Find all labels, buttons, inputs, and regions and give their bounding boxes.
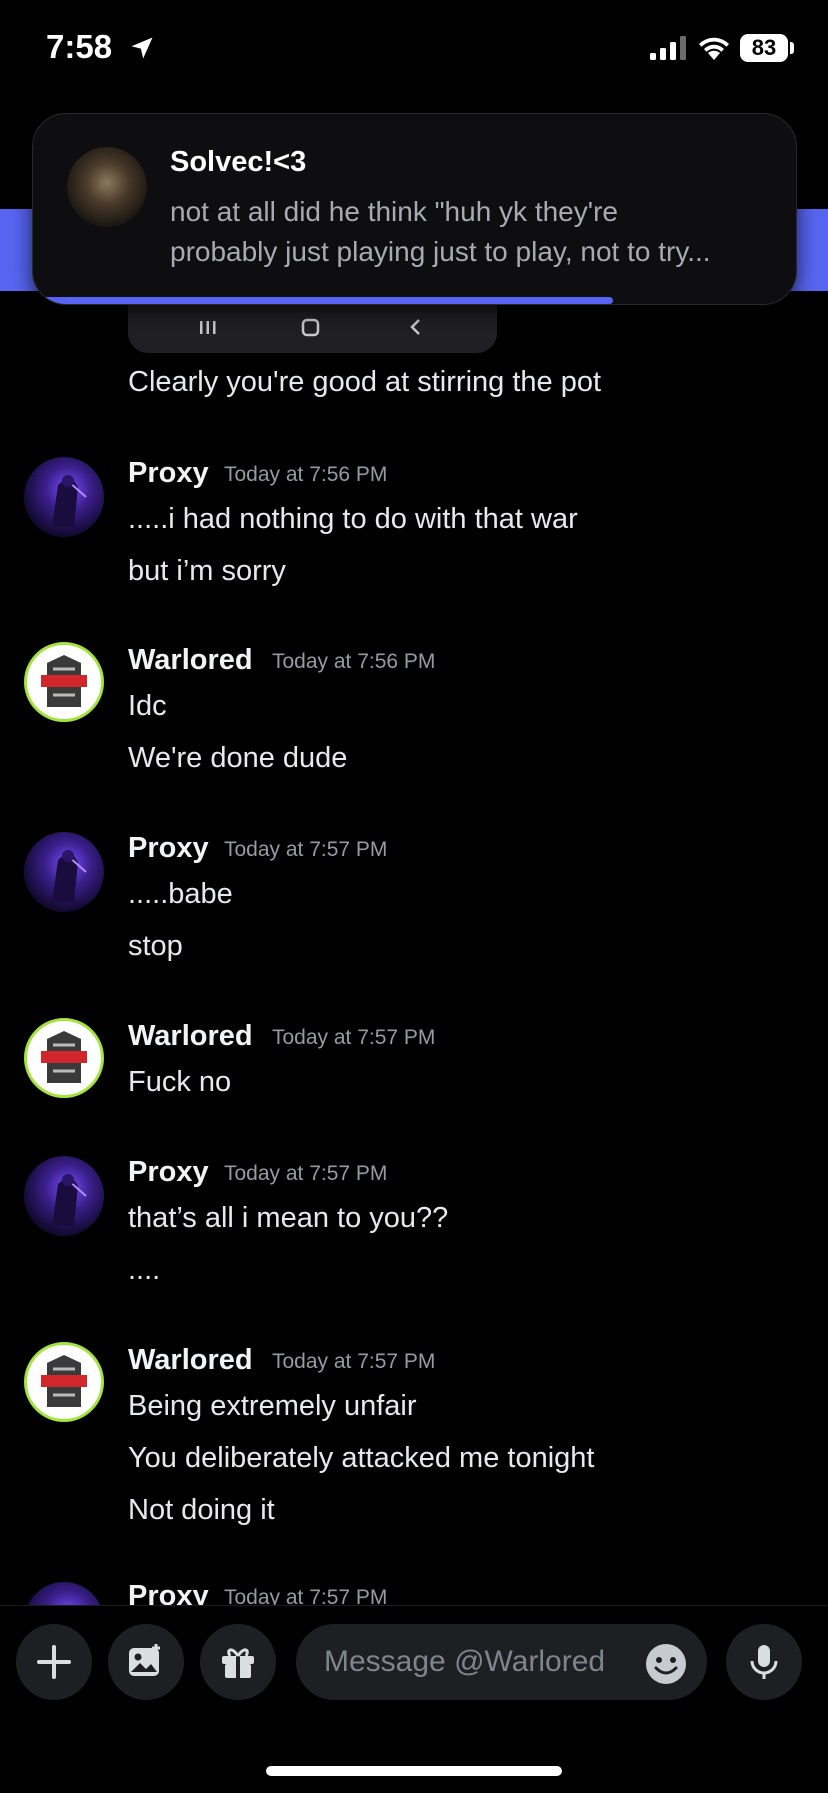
wifi-icon bbox=[699, 37, 729, 60]
message-text: that’s all i mean to you?? bbox=[128, 1202, 449, 1234]
message-text: .... bbox=[128, 1254, 161, 1286]
message-author[interactable]: Warlored bbox=[128, 644, 253, 677]
message-text: .....babe bbox=[128, 878, 233, 910]
image-icon bbox=[129, 1644, 160, 1676]
avatar-warlored[interactable] bbox=[24, 642, 104, 722]
message-text: We're done dude bbox=[128, 742, 348, 774]
notification-title: Solvec!<3 bbox=[170, 146, 307, 178]
message-text: but i’m sorry bbox=[128, 555, 286, 587]
message-author[interactable]: Warlored bbox=[128, 1344, 253, 1377]
message-timestamp: Today at 7:57 PM bbox=[272, 1350, 436, 1373]
message-timestamp: Today at 7:57 PM bbox=[224, 1162, 388, 1185]
avatar-proxy[interactable] bbox=[24, 832, 104, 912]
message-text: Idc bbox=[128, 690, 167, 722]
battery-level: 83 bbox=[740, 34, 788, 62]
battery-icon bbox=[790, 42, 794, 54]
message-text: .....i had nothing to do with that war bbox=[128, 503, 578, 535]
back-chevron-icon bbox=[410, 319, 420, 335]
add-attachment-button[interactable] bbox=[16, 1624, 92, 1700]
push-notification[interactable]: Solvec!<3 not at all did he think "huh y… bbox=[32, 113, 797, 305]
message-composer bbox=[0, 1605, 828, 1793]
plus-icon bbox=[37, 1645, 71, 1679]
message-timestamp: Today at 7:57 PM bbox=[272, 1026, 436, 1049]
voice-message-button[interactable] bbox=[726, 1624, 802, 1700]
message-text: stop bbox=[128, 930, 183, 962]
location-arrow-icon bbox=[131, 37, 153, 59]
status-bar: 7:58 83 bbox=[0, 0, 828, 100]
avatar-figure-icon bbox=[52, 850, 87, 902]
home-square-icon bbox=[301, 318, 320, 337]
embedded-screenshot-navbar bbox=[128, 303, 497, 353]
message-author[interactable]: Proxy bbox=[128, 832, 209, 865]
avatar-figure-icon bbox=[52, 475, 87, 527]
avatar-proxy[interactable] bbox=[24, 457, 104, 537]
message-text: Fuck no bbox=[128, 1066, 232, 1098]
status-time: 7:58 bbox=[46, 28, 113, 65]
message-timestamp: Today at 7:56 PM bbox=[224, 463, 388, 486]
notification-body-line: not at all did he think "huh yk they're bbox=[170, 196, 618, 227]
emoji-icon[interactable] bbox=[644, 1642, 688, 1686]
recent-apps-icon bbox=[200, 321, 216, 334]
gift-button[interactable] bbox=[200, 1624, 276, 1700]
notification-body-line: probably just playing just to play, not … bbox=[170, 236, 711, 267]
notification-body: not at all did he think "huh yk they're … bbox=[170, 192, 770, 272]
message-text: You deliberately attacked me tonight bbox=[128, 1442, 595, 1474]
avatar-figure-icon bbox=[52, 1174, 87, 1226]
message-author[interactable]: Warlored bbox=[128, 1020, 253, 1053]
avatar-warlored[interactable] bbox=[24, 1342, 104, 1422]
avatar-logo-icon bbox=[41, 655, 87, 707]
gallery-button[interactable] bbox=[108, 1624, 184, 1700]
microphone-icon bbox=[750, 1645, 778, 1679]
message-text: Being extremely unfair bbox=[128, 1390, 417, 1422]
notification-progress bbox=[33, 297, 613, 304]
message-text: Clearly you're good at stirring the pot bbox=[128, 366, 602, 398]
message-timestamp: Today at 7:56 PM bbox=[272, 650, 436, 673]
home-indicator[interactable] bbox=[266, 1766, 562, 1776]
avatar-proxy[interactable] bbox=[24, 1156, 104, 1236]
avatar-warlored[interactable] bbox=[24, 1018, 104, 1098]
gift-icon bbox=[222, 1648, 254, 1678]
message-text: Not doing it bbox=[128, 1494, 275, 1526]
message-author[interactable]: Proxy bbox=[128, 457, 209, 490]
avatar-logo-icon bbox=[41, 1355, 87, 1407]
avatar-logo-icon bbox=[41, 1031, 87, 1083]
message-author[interactable]: Proxy bbox=[128, 1156, 209, 1189]
message-timestamp: Today at 7:57 PM bbox=[224, 838, 388, 861]
notification-avatar bbox=[67, 147, 147, 227]
cellular-signal-icon bbox=[650, 36, 686, 60]
